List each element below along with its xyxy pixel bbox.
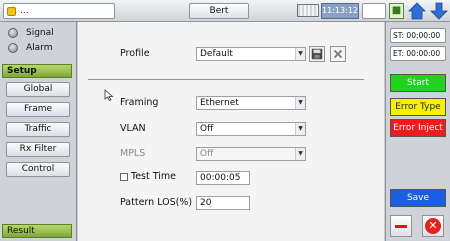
profile-value: Default [200,49,233,59]
status-box [362,3,386,19]
error-inject-button[interactable]: Error Inject [390,119,446,137]
nav-frame[interactable]: Frame [6,102,70,117]
main-panel: Profile Default ▼ Framing Ethernet ▼ VLA… [78,22,384,241]
mode-tab[interactable]: Bert [189,3,249,19]
signal-led-icon [8,28,18,38]
top-bar: ... Bert 11:13:12 ■ [0,0,450,22]
down-arrow-icon[interactable] [430,2,448,20]
wifi-icon [7,6,16,16]
nav-control[interactable]: Control [6,162,70,177]
vlan-label: VLAN [120,123,146,134]
save-profile-icon[interactable] [309,46,325,62]
minus-icon [395,225,407,228]
signal-label: Signal [26,28,54,38]
delete-profile-icon[interactable] [330,46,346,62]
test-time-checkbox[interactable] [120,173,128,181]
start-button[interactable]: Start [390,74,446,92]
mouse-cursor-icon [104,89,114,101]
alarm-led-icon [8,43,18,53]
close-button[interactable]: ✕ [422,215,444,237]
nav-traffic[interactable]: Traffic [6,122,70,137]
mpls-select: Off ▼ [196,147,306,161]
right-panel: ST: 00:00:00 ET: 00:00:00 Start Error Ty… [385,22,450,241]
signal-indicator: Signal [8,28,54,38]
status-icon[interactable]: ■ [389,3,404,19]
network-status[interactable]: ... [3,3,115,19]
chevron-down-icon: ▼ [295,148,305,160]
setup-header[interactable]: Setup [2,64,72,78]
nav-rx-filter[interactable]: Rx Filter [6,142,70,157]
network-status-text: ... [20,6,29,16]
left-panel: Signal Alarm Setup Global Frame Traffic … [0,22,77,241]
close-icon: ✕ [425,218,441,234]
save-button[interactable]: Save [390,189,446,207]
pattern-los-label: Pattern LOS(%) [120,197,193,208]
nav-global[interactable]: Global [6,82,70,97]
error-type-button[interactable]: Error Type [390,98,446,116]
framing-label: Framing [120,97,159,108]
home-icon[interactable] [408,2,426,20]
framing-select[interactable]: Ethernet ▼ [196,96,306,110]
profile-label: Profile [120,48,150,59]
clock: 11:13:12 [321,3,359,19]
elapsed-time: ET: 00:00:00 [390,46,446,61]
mpls-label: MPLS [120,148,146,159]
battery-icon [297,4,319,17]
vlan-value: Off [200,124,214,134]
alarm-indicator: Alarm [8,43,52,53]
minimize-button[interactable] [390,215,412,237]
pattern-los-input[interactable]: 20 [196,196,250,210]
chevron-down-icon: ▼ [295,123,305,135]
chevron-down-icon: ▼ [295,97,305,109]
alarm-label: Alarm [26,43,53,53]
test-time-input[interactable]: 00:00:05 [196,171,250,185]
profile-select[interactable]: Default ▼ [196,47,306,61]
start-time: ST: 00:00:00 [390,28,446,43]
vlan-select[interactable]: Off ▼ [196,122,306,136]
divider [88,79,364,80]
mpls-value: Off [200,149,214,159]
result-header[interactable]: Result [2,224,72,238]
chevron-down-icon: ▼ [295,48,305,60]
framing-value: Ethernet [200,98,239,108]
test-time-label: Test Time [131,171,176,182]
